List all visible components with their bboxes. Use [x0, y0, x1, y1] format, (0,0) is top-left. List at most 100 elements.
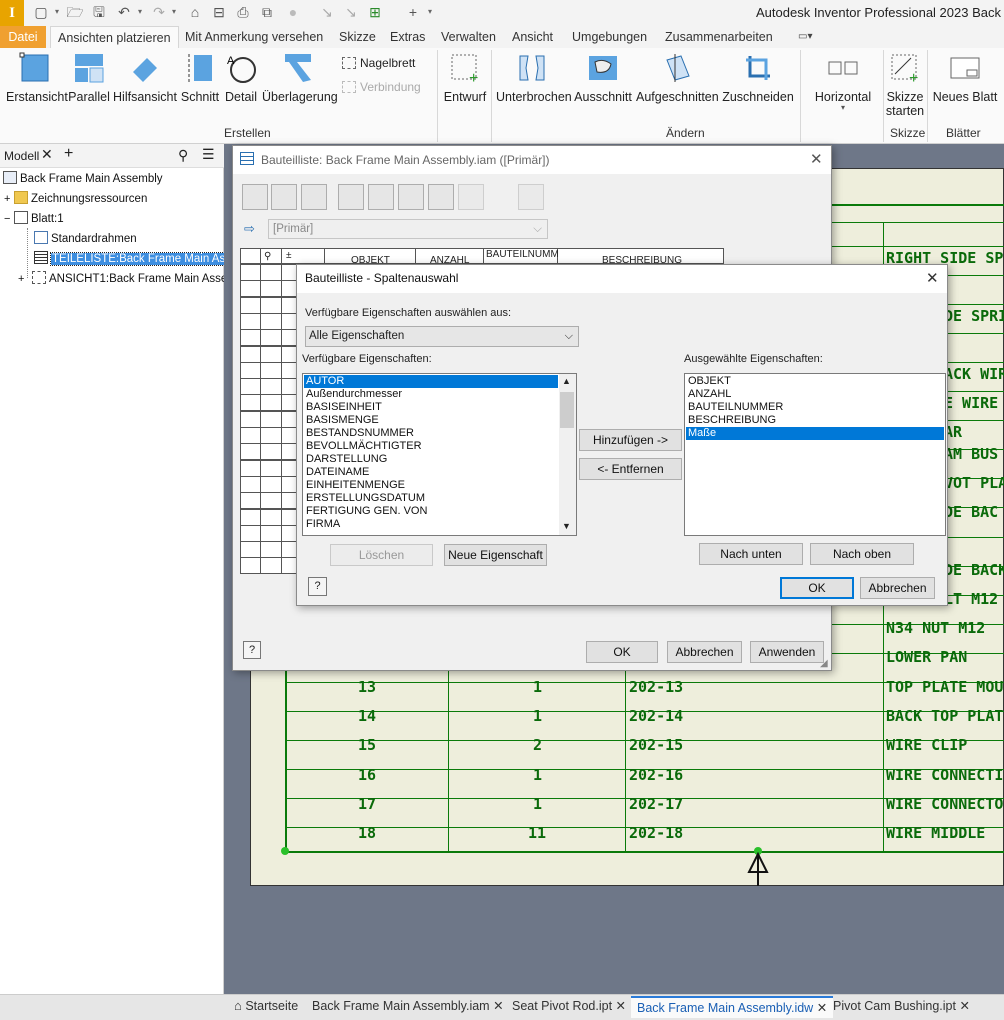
parts-grid-cell[interactable] — [260, 541, 282, 558]
parts-grid-cell[interactable] — [281, 297, 297, 314]
grid-search-icon[interactable]: ⚲ — [264, 251, 271, 262]
parts-grid-row-header[interactable] — [240, 346, 261, 363]
parts-grid-row-header[interactable] — [240, 443, 261, 460]
copy-icon[interactable]: ⧉ — [258, 3, 276, 21]
erstansicht-button[interactable]: Erstansicht — [6, 52, 68, 104]
aufgeschnitten-button[interactable]: Aufgeschnitten — [636, 52, 719, 104]
collapse-icon[interactable]: − — [4, 210, 14, 228]
available-property-item[interactable]: DARSTELLUNG — [304, 453, 558, 466]
undo-icon[interactable]: ↶ — [115, 3, 133, 21]
parts-grid-cell[interactable] — [260, 346, 282, 363]
ausschnitt-button[interactable]: Ausschnitt — [573, 52, 633, 104]
parts-grid-cell[interactable] — [281, 476, 297, 493]
available-property-item[interactable]: Außendurchmesser — [304, 388, 558, 401]
tab-extras[interactable]: Extras — [383, 26, 432, 48]
undo-dropdown-icon[interactable]: ▾ — [138, 6, 146, 18]
neues-blatt-button[interactable]: Neues Blatt — [930, 52, 1000, 104]
detail-button[interactable]: A Detail — [223, 52, 259, 104]
parts-grid-cell[interactable] — [260, 329, 282, 346]
selected-property-item[interactable]: ANZAHL — [686, 388, 944, 401]
open-folder-icon[interactable]: 🗁 — [66, 3, 84, 21]
parts-grid-row-header[interactable] — [240, 394, 261, 411]
available-property-item[interactable]: BASISMENGE — [304, 414, 558, 427]
available-property-item[interactable]: AUTOR — [304, 375, 558, 388]
nagelbrett-button[interactable]: Nagelbrett — [342, 56, 415, 70]
new-dropdown-icon[interactable]: ▾ — [55, 6, 63, 18]
parts-grid-cell[interactable] — [260, 492, 282, 509]
parts-grid-row-header[interactable] — [240, 476, 261, 493]
parts-grid-cell[interactable] — [260, 280, 282, 297]
tb-override-icon[interactable] — [518, 184, 544, 210]
redo-dropdown-icon[interactable]: ▾ — [172, 6, 180, 18]
selected-property-item[interactable]: BAUTEILNUMMER — [686, 401, 944, 414]
parts-grid-row-header[interactable] — [240, 280, 261, 297]
add-property-button[interactable]: Hinzufügen -> — [579, 429, 682, 451]
remove-property-button[interactable]: <- Entfernen — [579, 458, 682, 480]
parts-grid-cell[interactable] — [260, 557, 282, 574]
redo-icon[interactable]: ↷ — [150, 3, 168, 21]
filter-select[interactable]: [Primär] ⌵ — [268, 219, 548, 239]
doc-tab-seat-pivot-rod[interactable]: Seat Pivot Rod.ipt ✕ — [506, 996, 632, 1018]
parts-grid-row-header[interactable] — [240, 411, 261, 428]
parts-grid-cell[interactable] — [281, 411, 297, 428]
parts-grid-cell[interactable] — [260, 297, 282, 314]
tab-ansichten-platzieren[interactable]: Ansichten platzieren — [50, 26, 179, 48]
add-icon[interactable]: + — [404, 3, 422, 21]
move-up-button[interactable]: Nach oben — [810, 543, 914, 565]
scrollbar-thumb[interactable] — [560, 392, 574, 428]
panel-toggle-icon[interactable]: ▭▾ — [798, 31, 824, 45]
entwurf-button[interactable]: + Entwurf — [442, 52, 488, 104]
ueberlagerung-button[interactable]: Überlagerung — [262, 52, 338, 104]
horizontal-button[interactable]: Horizontal ▾ — [808, 52, 878, 112]
hilfsansicht-button[interactable]: Hilfsansicht — [113, 52, 177, 104]
tb-sort-icon[interactable] — [338, 184, 364, 210]
parts-grid-row-header[interactable] — [240, 541, 261, 558]
zuschneiden-button[interactable]: Zuschneiden — [722, 52, 794, 104]
parts-grid-cell[interactable] — [281, 443, 297, 460]
selected-property-item[interactable]: Maße — [686, 427, 944, 440]
browser-tab-modell[interactable]: Modell — [4, 149, 39, 163]
close-icon[interactable]: ✕ — [810, 150, 823, 168]
skizze-starten-button[interactable]: + Skizze starten — [885, 52, 925, 118]
new-file-icon[interactable]: ▢ — [32, 3, 50, 21]
tab-verwalten[interactable]: Verwalten — [434, 26, 503, 48]
available-property-item[interactable]: DATEINAME — [304, 466, 558, 479]
parts-grid-cell[interactable] — [260, 362, 282, 379]
parts-grid-cell[interactable] — [281, 460, 297, 477]
parts-grid-cell[interactable] — [281, 346, 297, 363]
parts-apply-button[interactable]: Anwenden — [750, 641, 824, 663]
close-icon[interactable]: ✕ — [926, 269, 939, 287]
delete-property-button[interactable]: Löschen — [330, 544, 433, 566]
parts-grid-cell[interactable] — [260, 476, 282, 493]
grip-point-icon[interactable] — [281, 847, 289, 855]
parts-grid-cell[interactable] — [281, 492, 297, 509]
scroll-down-icon[interactable]: ▼ — [562, 521, 571, 531]
available-property-item[interactable]: FIRMA — [304, 518, 558, 531]
doc-tab-assembly-idw[interactable]: Back Frame Main Assembly.idw ✕ — [631, 996, 834, 1018]
plugin-icon[interactable]: ⊞ — [366, 3, 384, 21]
close-tab-icon[interactable]: ✕ — [817, 1001, 827, 1015]
parts-grid-cell[interactable] — [260, 313, 282, 330]
parts-grid-cell[interactable] — [281, 509, 297, 526]
tab-zusammenarbeiten[interactable]: Zusammenarbeiten — [658, 26, 780, 48]
doc-tab-assembly-iam[interactable]: Back Frame Main Assembly.iam ✕ — [306, 996, 510, 1018]
parts-grid-row-header[interactable] — [240, 313, 261, 330]
update-icon[interactable]: ● — [284, 3, 302, 21]
grid-sort-icon[interactable]: ± — [286, 250, 292, 261]
parts-grid-cell[interactable] — [281, 313, 297, 330]
parts-grid-cell[interactable] — [281, 329, 297, 346]
tb-group-icon[interactable] — [271, 184, 297, 210]
new-property-button[interactable]: Neue Eigenschaft — [444, 544, 547, 566]
resize-grip-icon[interactable]: ◢ — [820, 658, 828, 669]
add-browser-icon[interactable]: + — [64, 145, 73, 163]
tree-item-teileliste[interactable]: TEILELISTE:Back Frame Main Assem — [34, 250, 224, 268]
tab-skizze[interactable]: Skizze — [332, 26, 383, 48]
tb-filter-icon[interactable] — [301, 184, 327, 210]
tab-umgebungen[interactable]: Umgebungen — [565, 26, 654, 48]
close-browser-icon[interactable]: ✕ — [41, 146, 53, 163]
available-property-item[interactable]: BESTANDSNUMMER — [304, 427, 558, 440]
available-property-item[interactable]: BEVOLLMÄCHTIGTER — [304, 440, 558, 453]
parts-grid-cell[interactable] — [281, 362, 297, 379]
help-icon[interactable]: ? — [308, 577, 327, 596]
close-tab-icon[interactable]: ✕ — [959, 999, 969, 1013]
